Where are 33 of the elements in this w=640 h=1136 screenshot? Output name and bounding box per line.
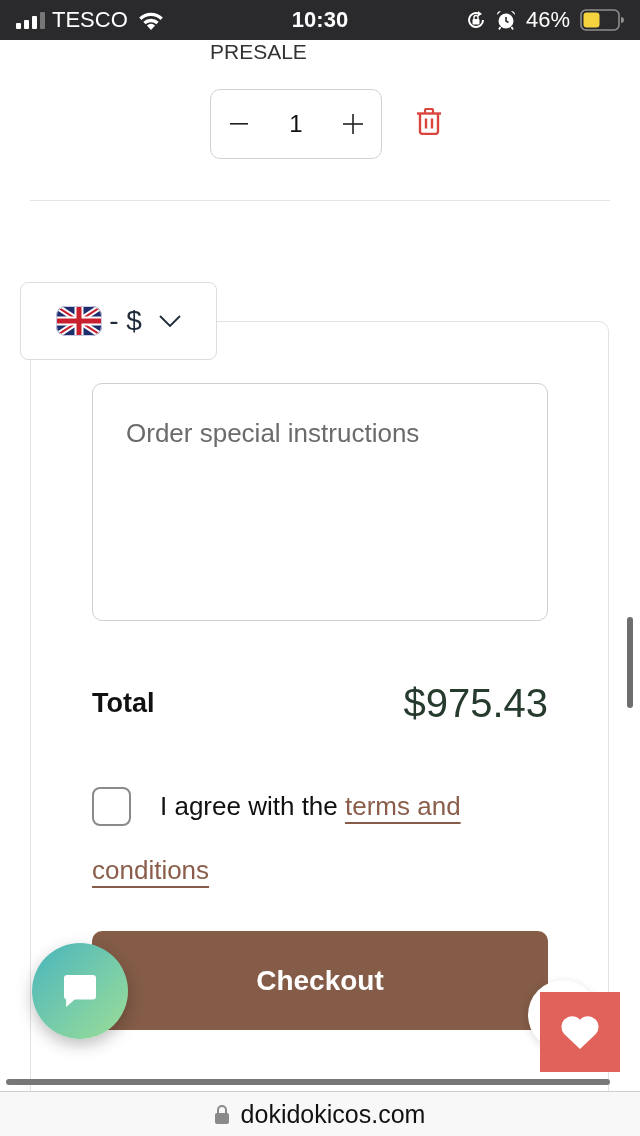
carrier-name: TESCO — [52, 7, 128, 33]
terms-link[interactable]: terms and — [345, 791, 461, 821]
status-time: 10:30 — [291, 7, 349, 33]
wifi-icon — [137, 10, 164, 30]
vertical-scrollbar-thumb[interactable] — [627, 617, 633, 708]
terms-link[interactable]: conditions — [92, 854, 210, 886]
chevron-down-icon — [158, 315, 181, 327]
total-amount: $975.43 — [403, 681, 548, 725]
increase-button[interactable] — [341, 112, 365, 136]
agree-text: I agree with the terms and — [160, 790, 461, 823]
quantity-value: 1 — [289, 110, 303, 138]
minus-icon — [230, 123, 248, 125]
speech-bubble-icon — [64, 975, 96, 1007]
wishlist-button[interactable] — [528, 980, 620, 1072]
plus-icon — [343, 114, 363, 134]
alarm-icon — [495, 10, 516, 30]
rotation-lock-icon — [465, 10, 486, 30]
checkout-button[interactable]: Checkout — [92, 931, 548, 1030]
signal-icon — [16, 11, 46, 29]
instructions-field[interactable]: Order special instructions — [92, 383, 548, 621]
horizontal-scrollbar-thumb[interactable] — [6, 1079, 610, 1085]
site-url[interactable]: dokidokicos.com — [240, 1099, 426, 1129]
currency-selector[interactable]: - $ — [20, 282, 217, 360]
battery-percent: 46% — [525, 7, 570, 33]
total-label: Total — [92, 687, 155, 719]
heart-icon — [560, 1015, 600, 1049]
agree-checkbox[interactable] — [92, 786, 131, 826]
lock-icon — [214, 1104, 229, 1124]
battery-icon — [580, 9, 624, 31]
presale-label: PRESALE — [210, 41, 307, 62]
flag-icon — [56, 306, 103, 336]
remove-button[interactable] — [417, 107, 441, 135]
trash-icon — [417, 107, 441, 135]
